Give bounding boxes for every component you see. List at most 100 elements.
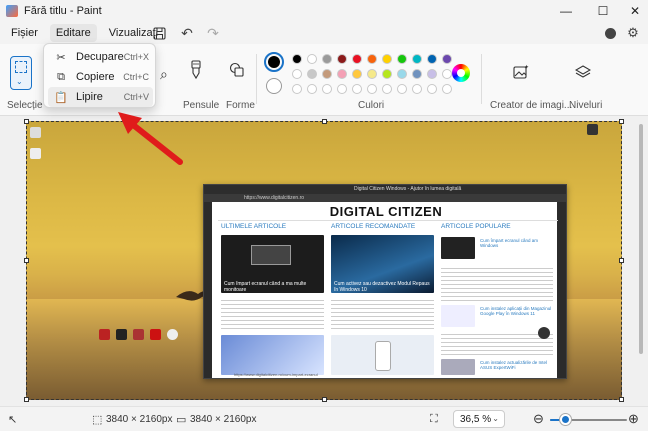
color-swatch[interactable] (412, 84, 422, 94)
menu-item-paste[interactable]: 📋 Lipire Ctrl+V (48, 87, 153, 107)
shapes-group-label: Forme (226, 100, 255, 111)
resize-handle[interactable] (322, 397, 327, 402)
minimize-icon[interactable]: — (551, 0, 581, 22)
canvas-area[interactable]: Digital Citizen Windows - Ajutor în lume… (0, 116, 648, 406)
close-icon[interactable]: ✕ (620, 0, 648, 22)
colors-group-label: Culori (358, 100, 385, 111)
resize-handle[interactable] (24, 119, 29, 124)
resize-handle[interactable] (24, 258, 29, 263)
copy-shortcut: Ctrl+C (123, 72, 149, 82)
color-swatch[interactable] (337, 84, 347, 94)
account-icon[interactable] (602, 25, 618, 41)
image-creator-group-label: Creator de imagi... (490, 100, 573, 111)
zoom-in-icon[interactable]: ⊕ (628, 411, 639, 427)
paste-label: Lipire (76, 91, 103, 103)
menu-file[interactable]: Fișier (5, 24, 44, 42)
zoom-slider-thumb[interactable] (560, 414, 571, 425)
color-swatch[interactable] (352, 54, 362, 64)
primary-color-swatch[interactable] (264, 52, 284, 72)
color-swatch[interactable] (367, 69, 377, 79)
menu-bar: Fișier Editare Vizualizați (0, 22, 648, 44)
color-swatch[interactable] (292, 69, 302, 79)
resize-handle[interactable] (619, 119, 624, 124)
pointer-icon: ↖ (8, 414, 18, 426)
paste-shortcut: Ctrl+V (123, 92, 149, 102)
chevron-down-icon: ⌄ (492, 414, 499, 423)
cut-shortcut: Ctrl+X (123, 52, 149, 62)
paint-app-icon (6, 5, 18, 17)
copy-icon: ⧉ (57, 70, 65, 83)
color-swatch[interactable] (427, 84, 437, 94)
zoom-value: 36,5 % (460, 414, 492, 425)
layers-group-label: Niveluri (569, 100, 603, 111)
color-swatch[interactable] (382, 69, 392, 79)
color-swatch[interactable] (427, 54, 437, 64)
resize-handle[interactable] (322, 119, 327, 124)
color-swatch[interactable] (307, 84, 317, 94)
selection-rectangle-icon (15, 61, 27, 73)
secondary-color-swatch[interactable] (266, 78, 282, 94)
settings-icon[interactable]: ⚙ (625, 25, 641, 41)
image-creator-icon[interactable]: ✦ (513, 64, 529, 83)
color-swatch[interactable] (307, 54, 317, 64)
chevron-down-icon: ⌄ (16, 77, 23, 86)
zoom-dropdown[interactable]: 36,5 % ⌄ (453, 410, 505, 428)
svg-text:✦: ✦ (524, 64, 529, 71)
save-icon[interactable] (151, 25, 167, 41)
cut-icon: ✂ (56, 51, 66, 64)
resize-handle[interactable] (619, 258, 624, 263)
paste-icon: 📋 (54, 91, 68, 104)
menu-edit[interactable]: Editare (49, 24, 97, 42)
resize-handle[interactable] (24, 397, 29, 402)
color-swatch[interactable] (397, 69, 407, 79)
color-swatch[interactable] (352, 69, 362, 79)
color-swatch[interactable] (337, 54, 347, 64)
ribbon-divider (481, 54, 482, 104)
copy-label: Copiere (76, 71, 115, 83)
color-swatch[interactable] (322, 54, 332, 64)
color-swatch[interactable] (427, 69, 437, 79)
selection-size-icon: ⬚ (92, 414, 103, 426)
selection-size: 3840 × 2160px (106, 414, 173, 425)
zoom-out-icon[interactable]: ⊖ (533, 411, 544, 427)
color-swatch[interactable] (397, 84, 407, 94)
color-swatch[interactable] (382, 84, 392, 94)
color-swatch[interactable] (322, 69, 332, 79)
red-arrow-annotation (118, 112, 183, 165)
color-swatch[interactable] (352, 84, 362, 94)
undo-icon[interactable]: ↶ (179, 25, 195, 41)
selection-tool-button[interactable]: ⌄ (10, 56, 32, 90)
color-swatch[interactable] (397, 54, 407, 64)
color-swatch[interactable] (367, 54, 377, 64)
ribbon-divider (256, 54, 257, 104)
resize-handle[interactable] (619, 397, 624, 402)
color-swatch[interactable] (442, 54, 452, 64)
color-swatch[interactable] (322, 84, 332, 94)
brush-icon[interactable] (189, 60, 203, 83)
fit-to-window-icon[interactable]: ⛶ (430, 413, 438, 426)
color-swatch[interactable] (412, 54, 422, 64)
color-swatch[interactable] (382, 54, 392, 64)
layers-icon[interactable] (574, 64, 592, 83)
image-size-icon: ▭ (176, 414, 187, 426)
edit-colors-icon[interactable] (452, 64, 470, 82)
menu-item-cut[interactable]: ✂ Decupare Ctrl+X (48, 47, 153, 67)
cut-label: Decupare (76, 51, 124, 63)
color-swatch[interactable] (307, 69, 317, 79)
color-swatch[interactable] (367, 84, 377, 94)
vertical-scrollbar[interactable] (639, 124, 643, 354)
maximize-icon[interactable]: ☐ (588, 0, 618, 22)
status-bar: ↖ ⬚ 3840 × 2160px ▭ 3840 × 2160px ⛶ 36,5… (0, 406, 648, 431)
color-swatch[interactable] (442, 84, 452, 94)
color-swatch[interactable] (412, 69, 422, 79)
color-swatch[interactable] (292, 54, 302, 64)
color-swatch[interactable] (292, 84, 302, 94)
magnifier-icon[interactable]: ⌕ (160, 66, 168, 83)
window-title: Fără titlu - Paint (24, 5, 102, 17)
redo-icon[interactable]: ↷ (205, 25, 221, 41)
color-swatch[interactable] (337, 69, 347, 79)
image-size: 3840 × 2160px (190, 414, 257, 425)
shapes-icon[interactable] (229, 62, 245, 81)
color-swatch[interactable] (442, 69, 452, 79)
menu-item-copy[interactable]: ⧉ Copiere Ctrl+C (48, 67, 153, 87)
